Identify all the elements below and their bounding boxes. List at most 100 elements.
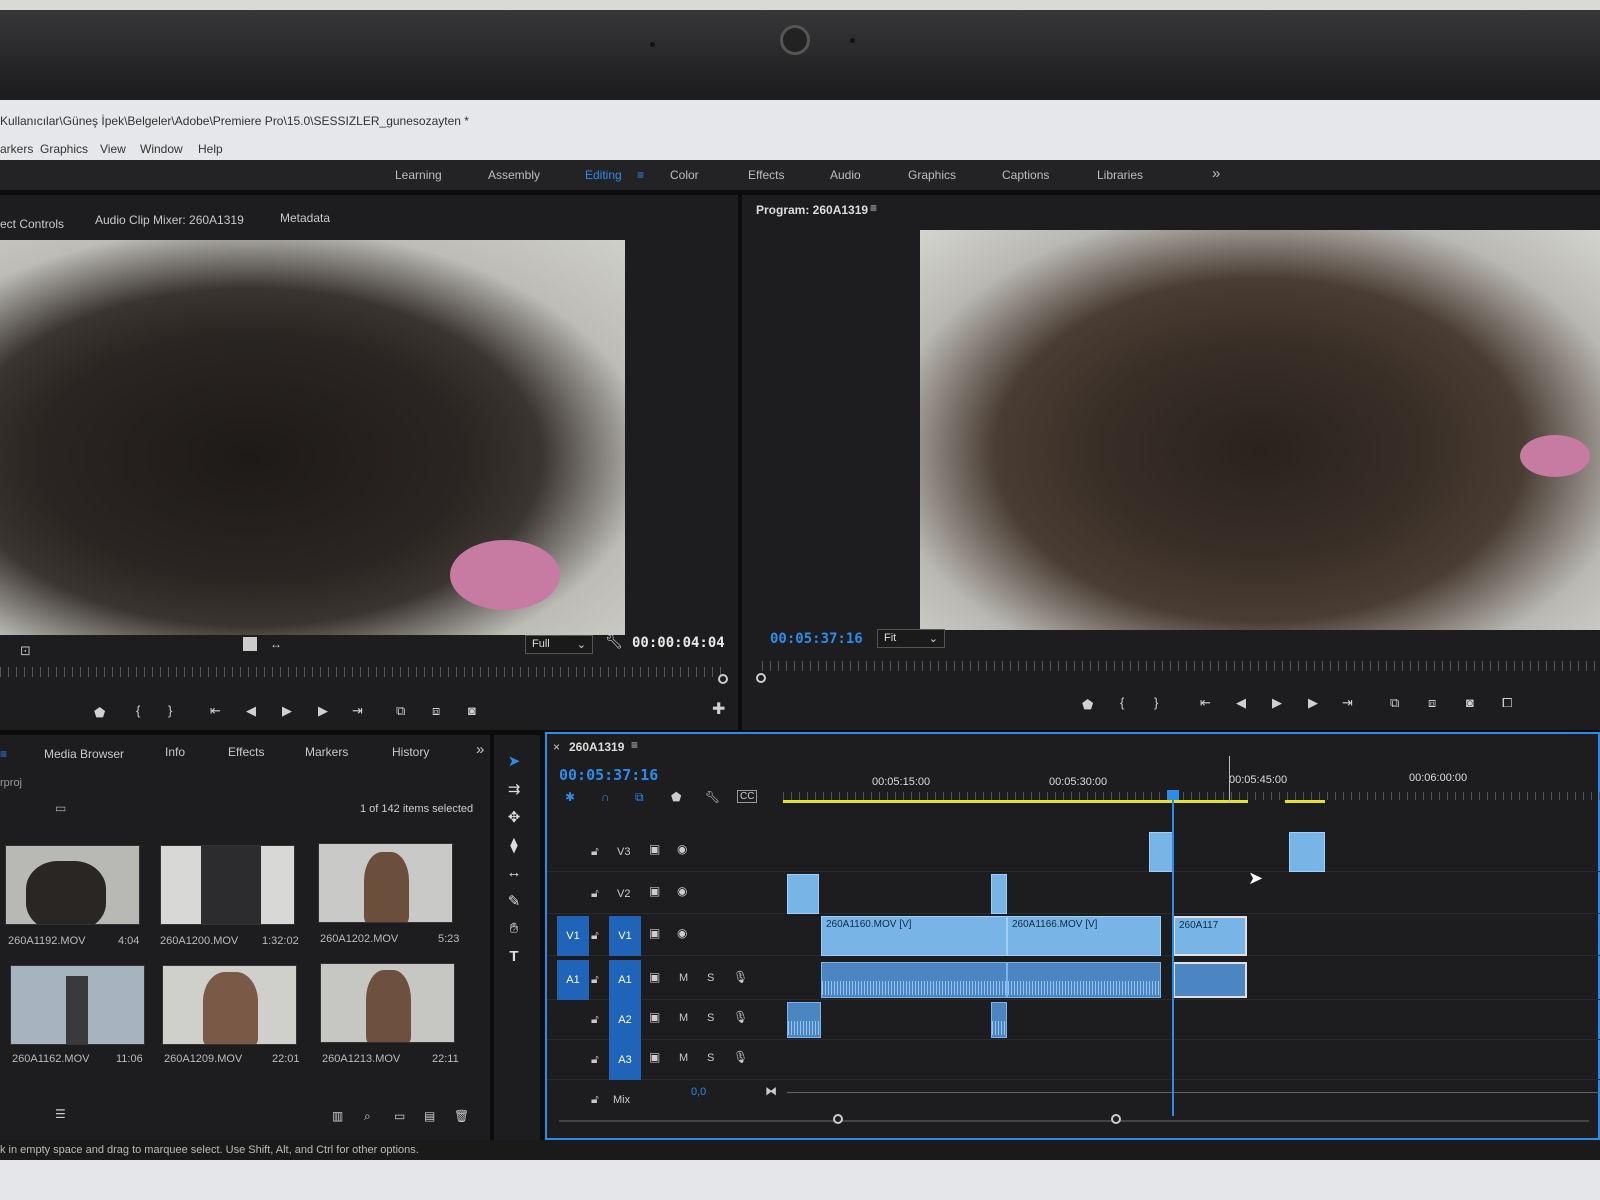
- audio-clip[interactable]: [821, 962, 1007, 998]
- workspace-graphics[interactable]: Graphics: [908, 168, 956, 182]
- new-item-icon[interactable]: ▤: [424, 1109, 435, 1123]
- timeline-ruler[interactable]: [783, 792, 1600, 800]
- wrench-icon[interactable]: 🔧︎: [605, 633, 623, 650]
- mute-button[interactable]: M: [679, 1052, 688, 1064]
- tab-effects[interactable]: Effects: [228, 745, 264, 759]
- mark-in-icon[interactable]: {: [1120, 695, 1124, 710]
- microphone-icon[interactable]: 🎙︎: [733, 970, 748, 984]
- clip-thumbnail[interactable]: [5, 845, 140, 925]
- panel-menu-icon[interactable]: ≡: [0, 747, 7, 761]
- mark-in-icon[interactable]: {: [136, 703, 140, 718]
- linked-selection-icon[interactable]: ⧉: [635, 790, 644, 805]
- source-patch-a1[interactable]: A1: [557, 960, 589, 1000]
- go-to-out-icon[interactable]: ⇥: [1342, 695, 1353, 711]
- timeline-clip[interactable]: [1289, 832, 1325, 872]
- tab-media-browser[interactable]: Media Browser: [44, 747, 124, 761]
- eye-icon[interactable]: ◉: [677, 926, 687, 940]
- freeform-icon[interactable]: ▥: [332, 1109, 343, 1123]
- workspace-editing[interactable]: Editing: [585, 168, 622, 182]
- sync-lock-icon[interactable]: ▣: [649, 884, 660, 898]
- step-back-icon[interactable]: ◀: [246, 703, 256, 719]
- source-scroll-handle[interactable]: [718, 674, 728, 684]
- track-target-v1[interactable]: V1: [609, 916, 641, 956]
- tab-info[interactable]: Info: [165, 745, 185, 759]
- compare-icon[interactable]: ⧠: [1502, 695, 1512, 711]
- list-view-icon[interactable]: ☰: [55, 1107, 66, 1121]
- lift-icon[interactable]: ⧉: [1390, 695, 1399, 711]
- track-v2[interactable]: 🔓︎ V2 ▣ ◉: [547, 874, 1600, 914]
- tab-audio-clip-mixer[interactable]: Audio Clip Mixer: 260A1319: [95, 213, 244, 227]
- solo-button[interactable]: S: [707, 1052, 714, 1064]
- solo-button[interactable]: S: [707, 972, 714, 984]
- clip-thumbnail[interactable]: [162, 965, 297, 1045]
- go-to-in-icon[interactable]: ⇤: [1200, 695, 1211, 711]
- lock-icon[interactable]: 🔓︎: [591, 928, 599, 943]
- track-a3[interactable]: 🔓︎ A3 ▣ M S 🎙︎: [547, 1040, 1600, 1080]
- timeline-scrollbar[interactable]: [559, 1120, 1589, 1122]
- menu-window[interactable]: Window: [140, 142, 183, 156]
- razor-tool-icon[interactable]: ⧫: [504, 836, 524, 854]
- timeline-clip[interactable]: 260A1166.MOV [V]: [1007, 916, 1161, 956]
- play-icon[interactable]: ▶: [282, 703, 292, 719]
- program-scroll-handle[interactable]: [756, 673, 766, 683]
- clip-thumbnail[interactable]: [318, 843, 453, 923]
- track-mix[interactable]: 🔓︎ Mix 0,0 ⧓: [547, 1080, 1600, 1120]
- audio-clip[interactable]: [787, 1002, 821, 1038]
- tab-metadata[interactable]: Metadata: [280, 211, 330, 225]
- new-bin-icon[interactable]: ▭: [55, 801, 66, 815]
- snap-icon[interactable]: ∩: [601, 790, 610, 804]
- nest-icon[interactable]: ✱: [565, 790, 575, 804]
- clip-thumbnail[interactable]: [160, 845, 295, 925]
- go-to-in-icon[interactable]: ⇤: [210, 703, 221, 719]
- mark-icon[interactable]: [243, 637, 257, 651]
- menu-help[interactable]: Help: [198, 142, 223, 156]
- lock-icon[interactable]: 🔓︎: [591, 844, 599, 859]
- sync-lock-icon[interactable]: ▣: [649, 842, 660, 856]
- track-v3[interactable]: 🔓︎ V3 ▣ ◉: [547, 832, 1600, 872]
- slip-tool-icon[interactable]: ↔: [504, 864, 524, 881]
- timeline-clip-selected[interactable]: 260A117: [1173, 916, 1247, 956]
- wrench-icon[interactable]: 🔧︎: [705, 790, 720, 804]
- marker-icon[interactable]: ⬟: [94, 705, 105, 721]
- marker-icon[interactable]: ⬟: [1082, 697, 1093, 713]
- track-target-a1[interactable]: A1: [609, 960, 641, 1000]
- selection-tool-icon[interactable]: ➤: [504, 752, 524, 770]
- camera-icon[interactable]: ◙: [468, 703, 476, 718]
- pen-tool-icon[interactable]: ✎: [504, 892, 524, 910]
- source-timecode[interactable]: 00:00:04:04: [632, 635, 725, 651]
- timeline-clip[interactable]: [1149, 832, 1173, 872]
- solo-button[interactable]: S: [707, 1012, 714, 1024]
- eye-icon[interactable]: ◉: [677, 884, 687, 898]
- workspace-learning[interactable]: Learning: [395, 168, 442, 182]
- microphone-icon[interactable]: 🎙︎: [733, 1050, 748, 1064]
- tabs-overflow-icon[interactable]: »: [476, 741, 484, 758]
- track-select-tool-icon[interactable]: ⇉: [504, 780, 524, 798]
- folder-icon[interactable]: ▭: [394, 1109, 405, 1123]
- step-forward-icon[interactable]: ▶: [1308, 695, 1318, 711]
- program-video-frame[interactable]: [920, 230, 1600, 630]
- audio-clip-selected[interactable]: [1173, 962, 1247, 998]
- lock-icon[interactable]: 🔓︎: [591, 1012, 599, 1027]
- mute-button[interactable]: M: [679, 1012, 688, 1024]
- sync-lock-icon[interactable]: ▣: [649, 1010, 660, 1024]
- workspace-overflow-icon[interactable]: »: [1212, 165, 1220, 182]
- search-icon[interactable]: ⌕: [364, 1109, 371, 1124]
- track-target-a2[interactable]: A2: [609, 1000, 641, 1040]
- clip-thumbnail[interactable]: [10, 965, 145, 1045]
- add-button-icon[interactable]: ✚: [712, 699, 725, 719]
- track-v1[interactable]: V1 🔓︎ V1 ▣ ◉ 260A1160.MOV [V] 260A1166.M…: [547, 916, 1600, 956]
- program-timecode[interactable]: 00:05:37:16: [770, 631, 863, 647]
- lock-icon[interactable]: 🔓︎: [591, 1092, 599, 1107]
- sync-lock-icon[interactable]: ▣: [649, 1050, 660, 1064]
- source-patch-v1[interactable]: V1: [557, 916, 589, 956]
- insert-icon[interactable]: ⧉: [396, 703, 405, 719]
- eye-icon[interactable]: ◉: [677, 842, 687, 856]
- lock-icon[interactable]: 🔓︎: [591, 1052, 599, 1067]
- clip-thumbnail[interactable]: [320, 963, 455, 1043]
- mark-out-icon[interactable]: }: [1154, 695, 1158, 710]
- play-icon[interactable]: ▶: [1272, 695, 1282, 711]
- scroll-handle-left[interactable]: [833, 1114, 843, 1124]
- workspace-audio[interactable]: Audio: [830, 168, 861, 182]
- captions-icon[interactable]: CC: [737, 790, 758, 803]
- track-target-a3[interactable]: A3: [609, 1040, 641, 1080]
